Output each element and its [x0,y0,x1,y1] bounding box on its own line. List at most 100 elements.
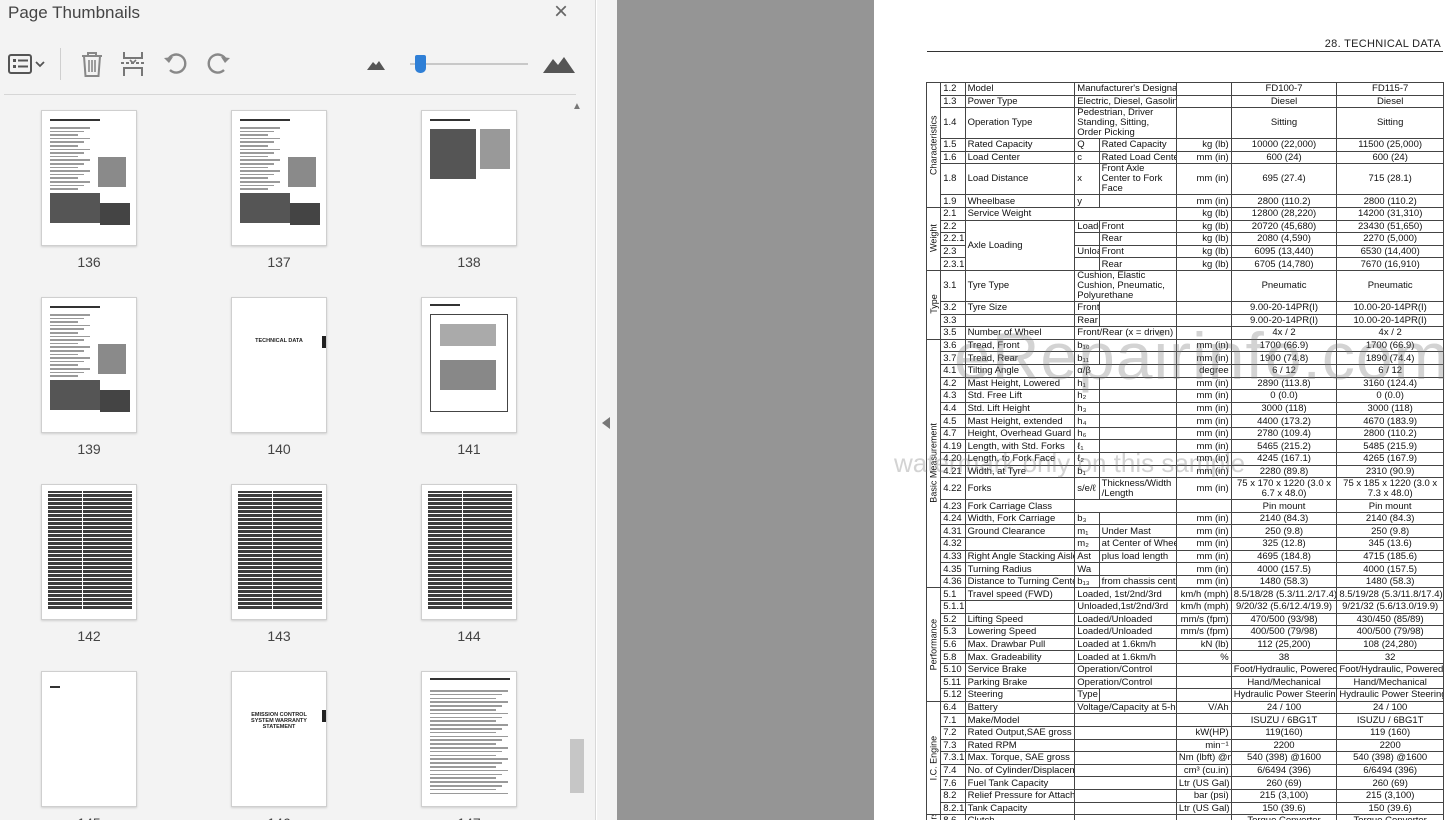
thumb-table-rule [428,589,512,590]
slider-handle[interactable] [415,55,426,73]
spec-row: 4.1 Tilting Angle α/β degree 6 / 12 6 / 12 [927,363,1444,378]
thumb-text-line [50,141,84,143]
spec-cell: 5.11 [940,675,966,690]
undo-button[interactable] [160,48,192,80]
thumb-table-rule [48,605,132,606]
spec-cell: 4.7 [940,426,966,441]
thumb-table-rule [238,521,322,522]
spec-cell: 430/450 (85/89) [1336,612,1444,627]
thumbnail-grid: 136 137 138 139 TECHNICAL DATA 140 141 142 143 14… [0,97,568,820]
thumb-text-line [430,735,508,738]
thumb-table-rule [238,505,322,506]
page-thumbnail-137[interactable] [231,110,327,246]
spec-cell: mm (in) [1175,524,1232,539]
page-thumbnail-145[interactable] [41,671,137,807]
thumb-text-line [240,159,280,161]
spec-cell [1074,232,1100,246]
collapse-panel-arrow-icon[interactable] [602,417,610,429]
spec-cell: 4.36 [940,574,966,589]
thumb-figure [98,157,126,187]
spec-cell: 250 (9.8) [1336,524,1444,539]
spec-cell: 5.6 [940,637,966,652]
spec-cell: Electric, Diesel, Gasoline, LPG, Cable [1074,94,1177,109]
thumb-table-rule [48,541,132,542]
thumb-text-line [50,357,90,359]
spec-cell: mm/s (fpm) [1175,612,1232,627]
spec-cell: mm (in) [1175,439,1232,454]
thumb-table-rule [48,537,132,538]
spec-cell: Foot/Hydraulic, Powered [1336,662,1444,677]
thumb-text-line [240,134,268,136]
toolbar-rule [4,94,576,95]
thumb-figure [98,344,126,374]
spec-cell: Tyre Type [964,269,1076,302]
spec-cell [1074,751,1177,765]
redo-button[interactable] [202,48,234,80]
spec-cell [1098,414,1177,428]
close-icon[interactable]: × [550,0,572,26]
spec-cell: 3.5 [940,326,966,340]
page-thumbnail-141[interactable] [421,297,517,433]
spec-cell: 7.1 [940,713,966,727]
spec-cell: 7.4 [940,763,966,778]
thumb-table-rule [48,561,132,562]
spec-cell [1098,338,1177,353]
spec-cell: Unloaded [1074,244,1100,259]
spec-row: 3.3 Rear 9.00-20-14PR(I) 10.00-20-14PR(I) [927,313,1444,328]
spec-row: 4.35 Turning Radius Wa mm (in) 4000 (157.5) 4… [927,562,1444,576]
spec-cell: b₁₀ [1074,338,1100,353]
thumb-table-rule [48,545,132,546]
thumbnail-title: TECHNICAL DATA [255,338,303,344]
thumb-table-rule [48,529,132,530]
delete-pages-button[interactable] [76,48,108,80]
thumb-text-line [50,181,90,183]
thumb-table-rule [428,545,512,546]
spec-row: 4.7 Height, Overhead Guard h₆ mm (in) 2780 (… [927,426,1444,441]
page-thumbnail-142[interactable] [41,484,137,620]
scroll-up-icon[interactable]: ▲ [572,101,582,112]
spec-cell: Relief Pressure for Attachment [964,788,1076,803]
spec-cell: Right Angle Stacking Aisle [964,549,1076,564]
trash-icon [82,52,102,77]
page-thumbnail-139[interactable] [41,297,137,433]
spec-cell: 112 (25,200) [1230,637,1338,652]
extract-pages-button[interactable] [116,48,150,80]
spec-cell: 10.00-20-14PR(I) [1336,313,1444,328]
thumb-text-line [50,353,78,356]
page-thumbnail-147[interactable] [421,671,517,807]
thumbnail-toolbar [0,40,596,90]
spec-cell: Std. Lift Height [964,401,1076,416]
zoom-in-thumbnails-button[interactable] [540,48,578,80]
page-thumbnail-140[interactable]: TECHNICAL DATA [231,297,327,433]
thumb-text-line [240,184,274,187]
spec-cell: 150 (39.6) [1230,801,1338,816]
spec-cell: 470/500 (93/98) [1230,612,1338,627]
group-label: Characteristics [926,82,941,208]
scrollbar-thumb[interactable] [570,739,584,793]
spec-cell: c [1074,150,1100,165]
spec-row: 4.22 Forks s/e/ℓ Thickness/Width /Length mm … [927,477,1444,501]
spec-row: 4.20 Length, to Fork Face ℓ₂ mm (in) 4245 (1… [927,452,1444,466]
zoom-out-thumbnails-button[interactable] [364,48,388,80]
spec-cell: 2800 (110.2) [1336,426,1444,441]
spec-cell [1098,439,1177,454]
page-thumbnail-143[interactable] [231,484,327,620]
spec-cell: 9/21/32 (5.6/13.0/19.9) [1336,600,1444,614]
page-thumbnail-146[interactable]: EMISSION CONTROL SYSTEM WARRANTY STATEME… [231,671,327,807]
spec-cell [1175,82,1232,96]
spec-cell: ℓ₁ [1074,439,1100,454]
spec-cell: 150 (39.6) [1336,801,1444,816]
spec-cell: 345 (13.6) [1336,537,1444,551]
thumbnail-size-slider[interactable] [410,55,528,73]
page-thumbnail-138[interactable] [421,110,517,246]
mountain-small-icon [367,61,385,70]
page-thumbnail-144[interactable] [421,484,517,620]
panel-collapse-gutter[interactable] [597,0,617,820]
spec-cell: Rated Capacity [1098,138,1177,152]
page-thumbnail-136[interactable] [41,110,137,246]
heading-rule [927,51,1443,52]
thumbnail-scrollbar[interactable]: ▲ [568,97,586,797]
spec-cell: 7.3.1 [940,751,966,765]
spec-cell: m₂ [1074,537,1100,551]
options-menu-button[interactable] [4,48,48,80]
